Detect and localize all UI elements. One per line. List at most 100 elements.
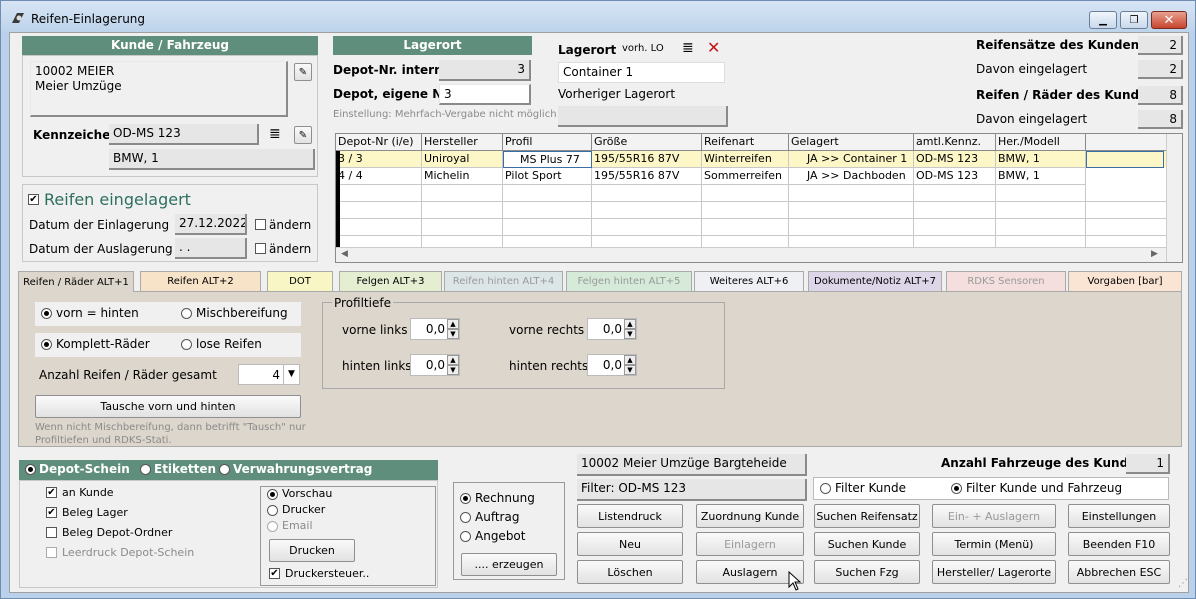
edit-kennzeichen-button[interactable]: ✎	[294, 126, 312, 144]
spin-down-icon[interactable]: ▼	[447, 365, 459, 375]
grid-cell-editing[interactable]: MS Plus 77	[503, 151, 592, 168]
minimize-button[interactable]: ▁	[1089, 11, 1117, 29]
verwahrung-radio[interactable]	[219, 464, 230, 475]
suchen-fzg-button[interactable]: Suchen Fzg	[814, 560, 920, 584]
depot-eigen-field[interactable]: 3	[439, 84, 531, 105]
chevron-down-icon[interactable]: ▼	[283, 365, 299, 384]
lose-radio[interactable]	[181, 339, 192, 350]
vorschau-radio[interactable]	[267, 489, 278, 500]
resize-grip-icon[interactable]: ⋰	[1178, 578, 1188, 589]
edit-kunde-button[interactable]: ✎	[294, 63, 312, 81]
aendern-ein-checkbox[interactable]	[255, 219, 266, 230]
depot-intern-field[interactable]: 3	[439, 60, 531, 81]
vorne-rechts-spinner[interactable]: 0,0 ▲ ▼	[587, 318, 637, 340]
leerdruck-checkbox[interactable]	[46, 547, 57, 558]
aendern-aus-checkbox[interactable]	[255, 243, 266, 254]
spin-down-icon[interactable]: ▼	[624, 329, 636, 339]
filter-kf-radio[interactable]	[951, 483, 962, 494]
erzeugen-button[interactable]: .... erzeugen	[461, 553, 557, 576]
grid-header[interactable]: Depot-Nr (i/e)	[336, 134, 422, 151]
tab-1[interactable]: Reifen / Räder ALT+1	[18, 271, 134, 292]
table-row[interactable]: 4 / 4 Michelin Pilot Sport 195/55R16 87V…	[336, 168, 1166, 185]
delete-lagerort-icon[interactable]: ✕	[707, 38, 720, 57]
tausche-button[interactable]: Tausche vorn und hinten	[35, 395, 301, 418]
tab-2[interactable]: Reifen ALT+2	[140, 271, 261, 291]
listendruck-button[interactable]: Listendruck	[577, 504, 683, 528]
suchen-kunde-button[interactable]: Suchen Kunde	[814, 532, 920, 556]
spin-up-icon[interactable]: ▲	[624, 319, 636, 329]
grid-header[interactable]: Größe	[592, 134, 702, 151]
vorheriger-field	[558, 106, 728, 127]
grid-header[interactable]: Hersteller	[422, 134, 503, 151]
lagerort-list-icon[interactable]: ≣	[682, 40, 694, 56]
datum-ein-field[interactable]: 27.12.2022	[175, 214, 247, 235]
drucker-radio[interactable]	[267, 505, 278, 516]
datum-aus-field[interactable]: . .	[175, 238, 247, 259]
tab-4[interactable]: Felgen ALT+3	[339, 271, 442, 291]
kennzeichen-label: Kennzeichen	[33, 128, 119, 142]
rechnung-radio[interactable]	[460, 493, 471, 504]
tab-5[interactable]: Reifen hinten ALT+4	[444, 271, 563, 291]
close-button[interactable]: ✕	[1151, 11, 1187, 29]
grid-header[interactable]: amtl.Kennz.	[914, 134, 996, 151]
kennzeichen-field[interactable]: OD-MS 123	[109, 124, 259, 145]
angebot-radio[interactable]	[460, 531, 471, 542]
komplett-radio[interactable]	[41, 339, 52, 350]
kunde-name-field[interactable]: 10002 MEIER Meier Umzüge	[30, 61, 288, 117]
misch-radio[interactable]	[181, 308, 192, 319]
spin-up-icon[interactable]: ▲	[624, 355, 636, 365]
loeschen-button[interactable]: Löschen	[577, 560, 683, 584]
grid-header[interactable]: Reifenart	[702, 134, 789, 151]
druckersteuer-checkbox[interactable]: ✔	[269, 568, 280, 579]
tab-10[interactable]: Vorgaben [bar]	[1068, 271, 1182, 291]
spin-up-icon[interactable]: ▲	[447, 355, 459, 365]
beenden-button[interactable]: Beenden F10	[1068, 532, 1170, 556]
ein-auslagern-button[interactable]: Ein- + Auslagern	[932, 504, 1056, 528]
h-scrollbar[interactable]: ◀ ▶	[336, 247, 1166, 262]
fahrzeug-field[interactable]: BMW, 1	[109, 149, 315, 170]
filter-kunde-radio[interactable]	[820, 483, 831, 494]
tab-3[interactable]: DOT	[267, 271, 333, 291]
drucken-button[interactable]: Drucken	[269, 539, 355, 562]
einlagern-button[interactable]: Einlagern	[696, 532, 804, 556]
neu-button[interactable]: Neu	[577, 532, 683, 556]
list-icon[interactable]: ≣	[269, 126, 281, 142]
scroll-left-icon[interactable]: ◀	[341, 249, 348, 259]
etiketten-radio[interactable]	[140, 464, 151, 475]
tab-8[interactable]: Dokumente/Notiz ALT+7	[808, 271, 942, 291]
anzahl-select[interactable]: 4 ▼	[238, 364, 300, 385]
maximize-button[interactable]: ❐	[1120, 11, 1148, 29]
beleg-depot-checkbox[interactable]	[46, 527, 57, 538]
tab-9[interactable]: RDKS Sensoren	[946, 271, 1066, 291]
an-kunde-checkbox[interactable]: ✔	[46, 487, 57, 498]
vorne-rechts-value: 0,0	[602, 322, 622, 336]
zuordnung-button[interactable]: Zuordnung Kunde	[696, 504, 804, 528]
spin-up-icon[interactable]: ▲	[447, 319, 459, 329]
tab-6[interactable]: Felgen hinten ALT+5	[566, 271, 692, 291]
tab-7[interactable]: Weiteres ALT+6	[694, 271, 804, 291]
hinten-links-spinner[interactable]: 0,0 ▲ ▼	[410, 354, 460, 376]
vorn-hinten-radio[interactable]	[41, 308, 52, 319]
termin-button[interactable]: Termin (Menü)	[932, 532, 1056, 556]
grid-header[interactable]: Profil	[503, 134, 592, 151]
email-radio[interactable]	[267, 521, 278, 532]
hinten-rechts-spinner[interactable]: 0,0 ▲ ▼	[587, 354, 637, 376]
spin-down-icon[interactable]: ▼	[447, 329, 459, 339]
scroll-right-icon[interactable]: ▶	[1151, 249, 1158, 259]
grid-header[interactable]: Her./Modell	[996, 134, 1086, 151]
auftrag-radio[interactable]	[460, 512, 471, 523]
grid-header[interactable]: Gelagert	[789, 134, 914, 151]
hersteller-lagerorte-button[interactable]: Hersteller/ Lagerorte	[932, 560, 1056, 584]
vorne-links-spinner[interactable]: 0,0 ▲ ▼	[410, 318, 460, 340]
einstellungen-button[interactable]: Einstellungen	[1068, 504, 1170, 528]
beleg-lager-checkbox[interactable]: ✔	[46, 507, 57, 518]
eingelagert-checkbox[interactable]: ✔	[28, 194, 39, 205]
spin-down-icon[interactable]: ▼	[624, 365, 636, 375]
reifen-grid[interactable]: Depot-Nr (i/e) Hersteller Profil Größe R…	[335, 133, 1183, 263]
depot-schein-radio[interactable]	[25, 464, 36, 475]
abbrechen-button[interactable]: Abbrechen ESC	[1068, 560, 1170, 584]
table-row[interactable]: 3 / 3 Uniroyal MS Plus 77 195/55R16 87V …	[336, 151, 1166, 168]
suchen-reifensatz-button[interactable]: Suchen Reifensatz	[814, 504, 920, 528]
lagerort-field[interactable]: Container 1	[558, 62, 725, 83]
v-scrollbar[interactable]	[1166, 134, 1182, 262]
